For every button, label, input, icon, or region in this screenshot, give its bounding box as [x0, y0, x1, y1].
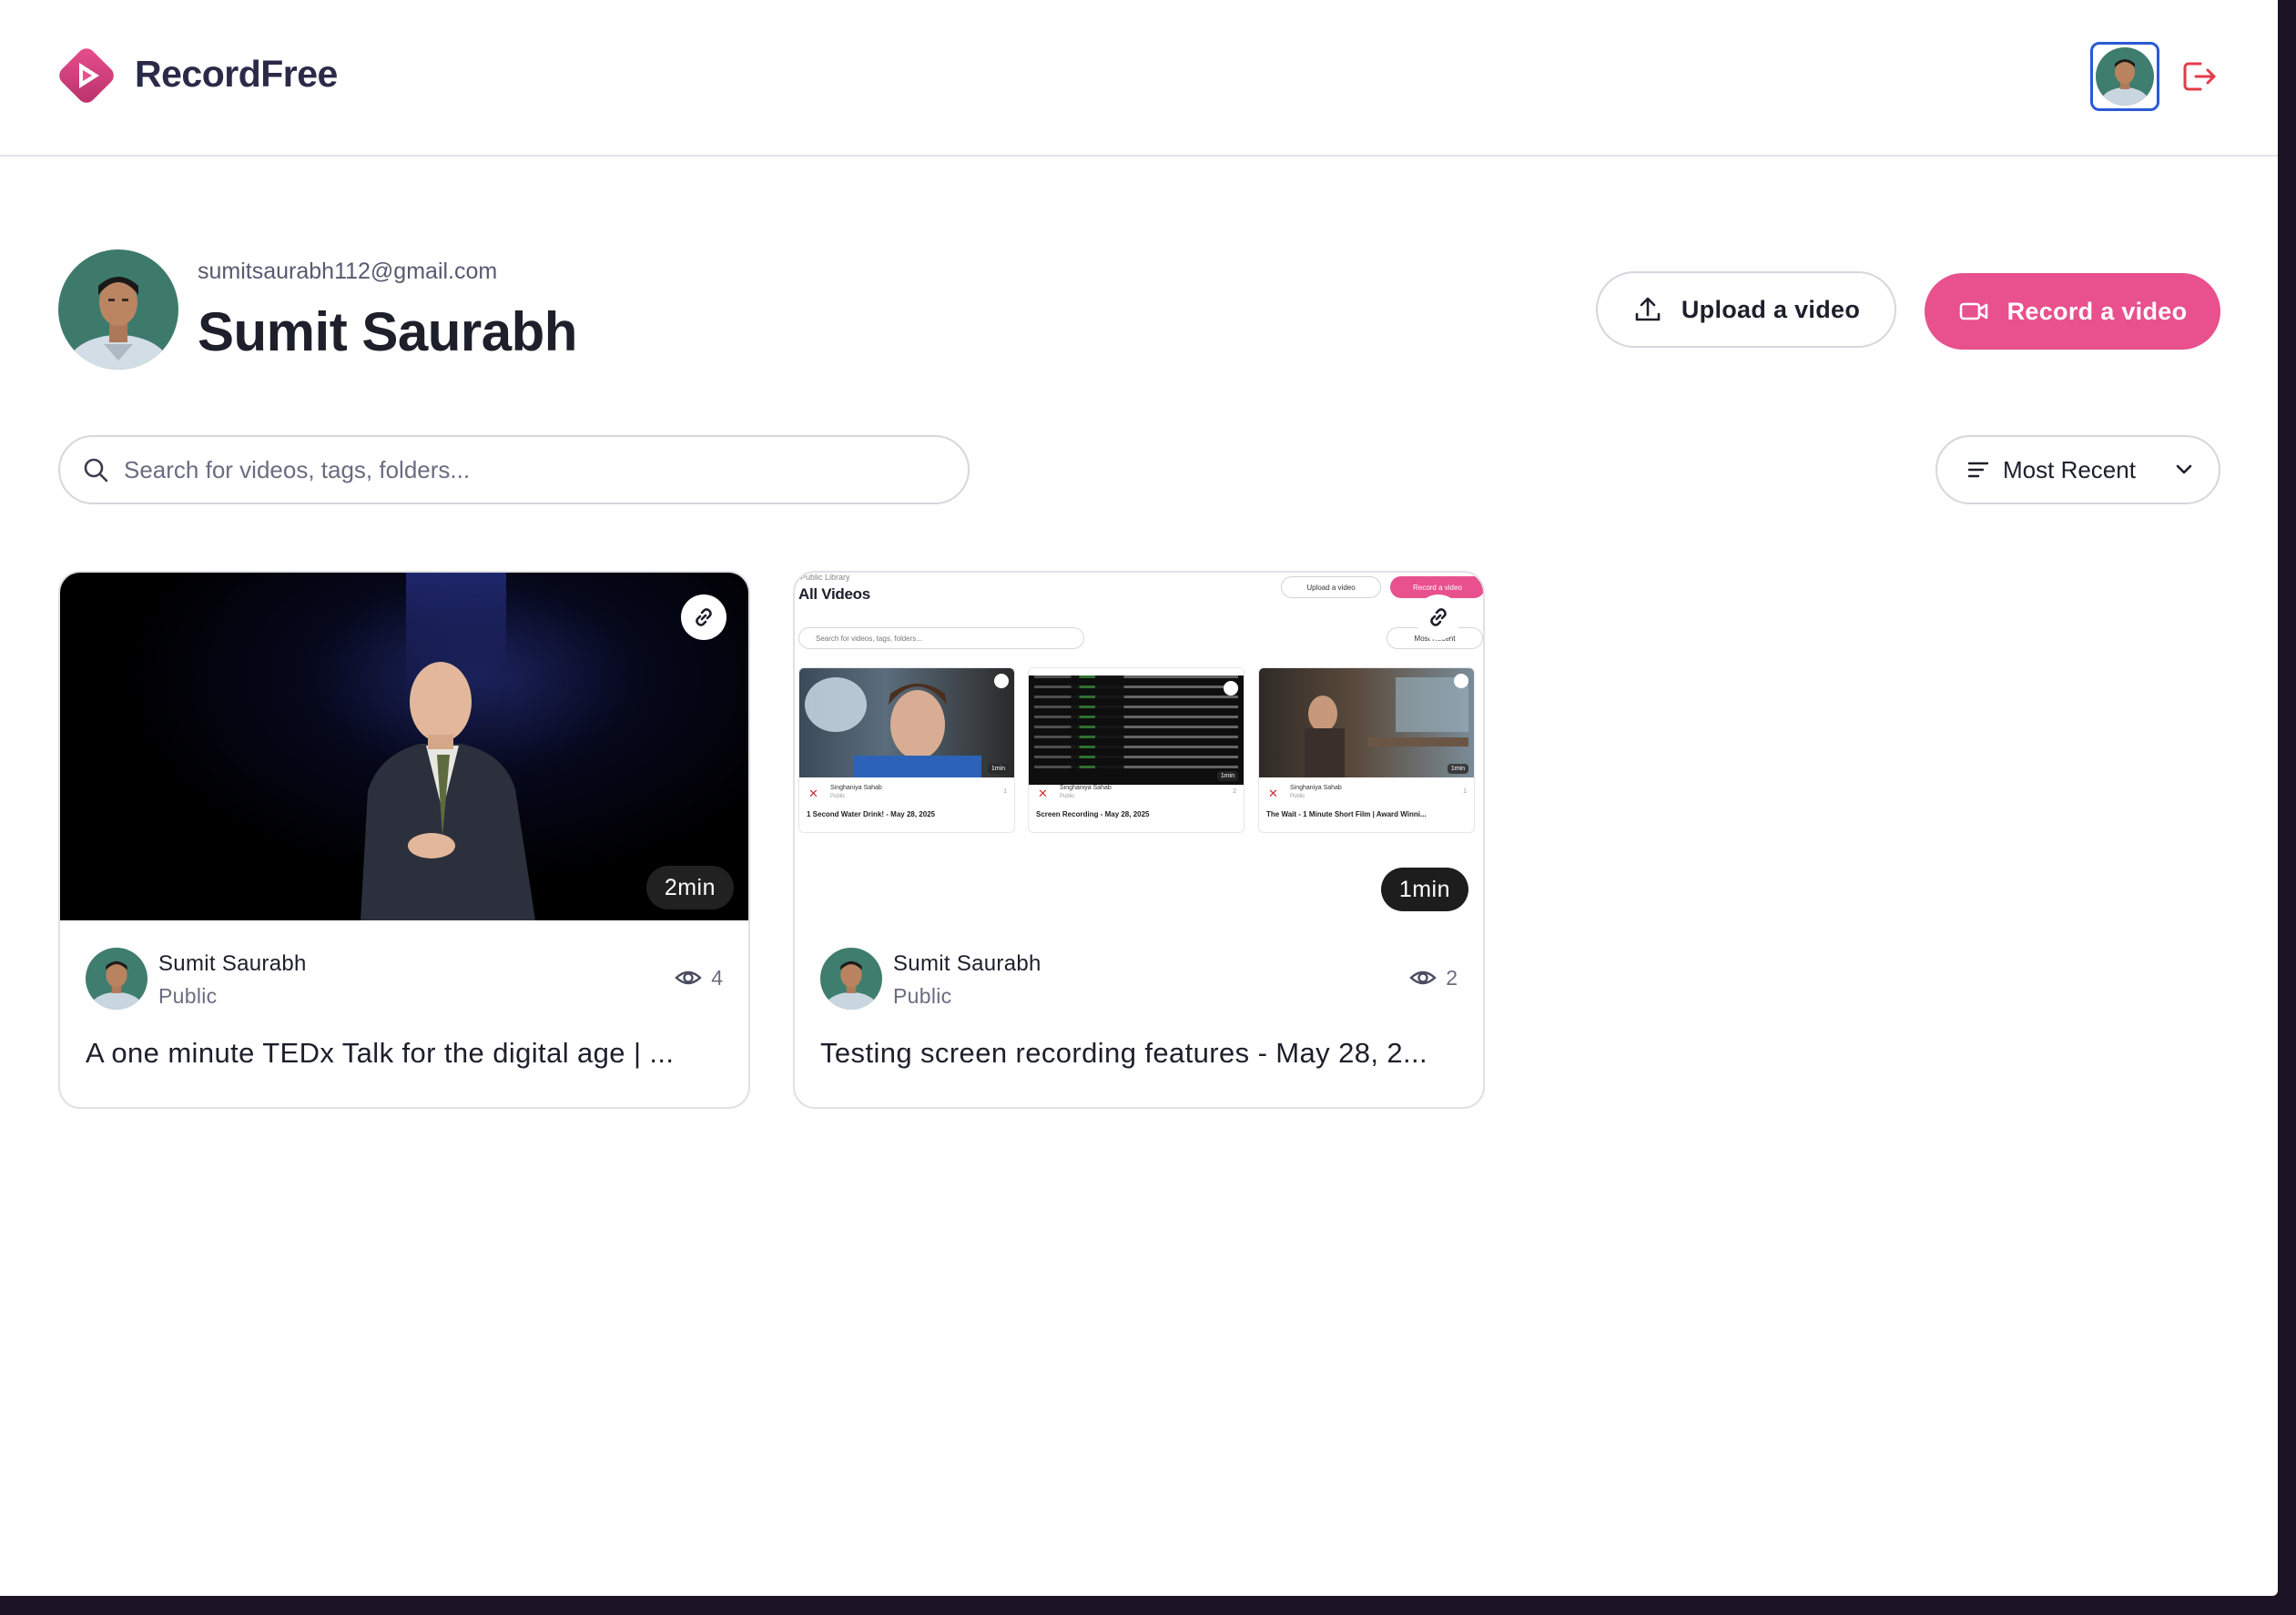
view-count: 2 — [1409, 964, 1458, 991]
mini-title: The Wait - 1 Minute Short Film | Award W… — [1266, 810, 1427, 818]
sort-icon — [1967, 462, 1989, 478]
avatar — [820, 948, 882, 1010]
mini-video-card: 1min ✕ Singhaniya Sahab Public 1 1 Secon… — [798, 667, 1015, 833]
mini-library-label: Public Library — [800, 573, 850, 582]
mini-author: Singhaniya Sahab — [1060, 785, 1112, 791]
video-meta: Sumit Saurabh Public 2 — [820, 948, 1458, 1011]
top-bar: RecordFree — [0, 0, 2278, 157]
video-thumbnail[interactable]: 2min — [60, 573, 748, 920]
recordfree-logo-icon[interactable] — [56, 46, 117, 106]
mini-views: 1 — [1003, 788, 1007, 795]
eye-icon — [675, 970, 702, 985]
mini-views: 2 — [1233, 788, 1236, 795]
video-visibility: Public — [893, 984, 952, 1008]
avatar — [2096, 47, 2154, 106]
video-title[interactable]: A one minute TEDx Talk for the digital a… — [86, 1037, 723, 1070]
chevron-down-icon — [2176, 464, 2192, 474]
mini-title: 1 Second Water Drink! - May 28, 2025 — [807, 810, 936, 818]
profile-avatar — [58, 249, 178, 370]
video-card[interactable]: 2min Sumit Saurabh Public 4 A one minute… — [58, 571, 750, 1109]
sort-dropdown[interactable]: Most Recent — [1935, 435, 2220, 504]
sort-selected-value: Most Recent — [2003, 455, 2136, 483]
view-count-value: 4 — [711, 965, 723, 990]
mini-link-icon — [994, 674, 1009, 688]
view-count: 4 — [675, 964, 723, 991]
video-camera-icon — [1959, 302, 1987, 320]
upload-icon — [1635, 297, 1661, 321]
app-window: RecordFree sumitsaurabh112@gmail.com Sum… — [0, 0, 2278, 1596]
mini-duration: 1min — [1216, 771, 1238, 781]
avatar — [86, 948, 147, 1010]
mini-visibility: Public — [1060, 794, 1075, 799]
video-author: Sumit Saurabh — [893, 951, 1041, 976]
search-input[interactable] — [124, 455, 925, 484]
mini-upload-button: Upload a video — [1281, 576, 1381, 598]
video-visibility: Public — [158, 984, 218, 1008]
copy-link-button[interactable] — [1416, 594, 1461, 640]
record-video-label: Record a video — [2006, 297, 2188, 325]
mini-duration: 1min — [1447, 764, 1468, 774]
logout-icon[interactable] — [2176, 55, 2220, 98]
record-video-button[interactable]: Record a video — [1925, 273, 2220, 350]
mini-video-card: 1min ✕ Singhaniya Sahab Public 2 Screen … — [1028, 667, 1245, 833]
mini-visibility: Public — [830, 794, 846, 799]
video-thumbnail[interactable]: Public Library All Videos Upload a video… — [795, 573, 1483, 920]
video-meta: Sumit Saurabh Public 4 — [86, 948, 723, 1011]
duration-badge: 1min — [1380, 868, 1468, 911]
search-icon — [84, 458, 108, 482]
mini-delete-icon: ✕ — [808, 787, 818, 800]
mini-visibility: Public — [1290, 794, 1305, 799]
copy-link-button[interactable] — [681, 594, 726, 640]
brand-name: RecordFree — [135, 53, 338, 95]
mini-duration: 1min — [987, 764, 1009, 774]
view-count-value: 2 — [1446, 965, 1458, 990]
duration-badge: 2min — [645, 866, 734, 909]
mini-thumb: 1min — [1029, 675, 1244, 785]
mini-views: 1 — [1463, 788, 1467, 795]
mini-link-icon — [1454, 674, 1468, 688]
mini-title: Screen Recording - May 28, 2025 — [1036, 810, 1150, 818]
eye-icon — [1409, 970, 1437, 985]
upload-video-label: Upload a video — [1681, 295, 1861, 323]
upload-video-button[interactable]: Upload a video — [1596, 271, 1896, 348]
speaker-image — [361, 573, 535, 920]
profile-name: Sumit Saurabh — [198, 301, 577, 362]
mini-page-title: All Videos — [798, 585, 870, 603]
video-title[interactable]: Testing screen recording features - May … — [820, 1037, 1458, 1070]
profile-email: sumitsaurabh112@gmail.com — [198, 259, 498, 284]
mini-thumb: 1min — [799, 668, 1014, 777]
link-icon — [696, 608, 712, 626]
mini-delete-icon: ✕ — [1268, 787, 1278, 800]
mini-search: Search for videos, tags, folders... — [798, 627, 1084, 649]
mini-author: Singhaniya Sahab — [830, 785, 882, 791]
mini-thumb: 1min — [1259, 668, 1474, 777]
video-author: Sumit Saurabh — [158, 951, 307, 976]
user-avatar-button[interactable] — [2090, 42, 2159, 111]
link-icon — [1430, 608, 1447, 626]
mini-video-card: 1min ✕ Singhaniya Sahab Public 1 The Wai… — [1258, 667, 1475, 833]
video-card[interactable]: Public Library All Videos Upload a video… — [793, 571, 1485, 1109]
thumbnail-screenshot: Public Library All Videos Upload a video… — [795, 573, 1483, 920]
mini-author: Singhaniya Sahab — [1290, 785, 1342, 791]
search-bar — [58, 435, 970, 504]
mini-link-icon — [1224, 681, 1238, 696]
mini-delete-icon: ✕ — [1038, 787, 1048, 800]
